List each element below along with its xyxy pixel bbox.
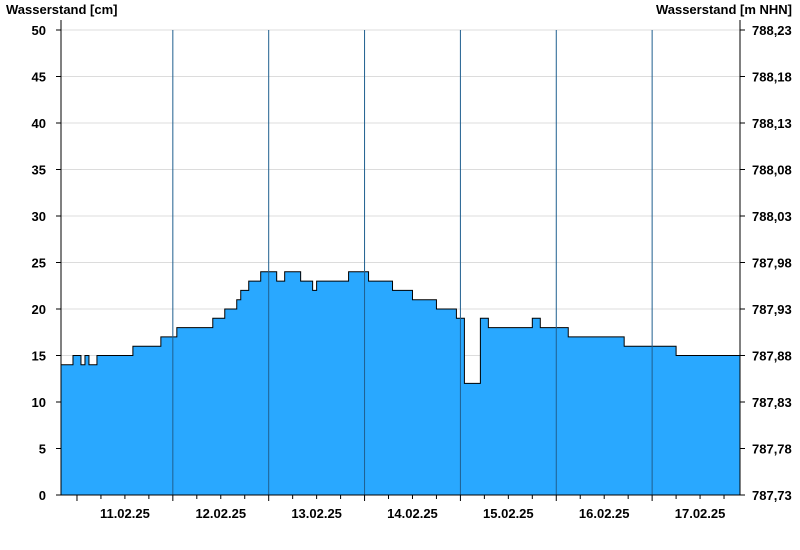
y-tick-label-left: 40 xyxy=(32,116,46,131)
water-level-area xyxy=(61,271,740,495)
y-tick-label-left: 5 xyxy=(39,442,46,457)
water-level-chart: 0 5 10 15 20 25 30 35 40 45 50 787,73 787,78 787,83 78… xyxy=(6,2,792,521)
y-tick-label-right: 788,18 xyxy=(752,70,792,85)
x-tick-label: 16.02.25 xyxy=(579,506,630,521)
y-tick-label-right: 788,03 xyxy=(752,209,792,224)
y-tick-label-right: 788,13 xyxy=(752,116,792,131)
x-tick-label: 15.02.25 xyxy=(483,506,534,521)
y-tick-label-right: 787,98 xyxy=(752,256,792,271)
y-tick-label-left: 35 xyxy=(32,163,46,178)
x-tick-label: 11.02.25 xyxy=(100,506,150,521)
y-tick-label-right: 787,83 xyxy=(752,395,792,410)
y-tick-label-left: 10 xyxy=(32,395,46,410)
y-tick-label-left: 25 xyxy=(32,256,46,271)
y-tick-label-left: 20 xyxy=(32,302,46,317)
x-tick-label: 14.02.25 xyxy=(387,506,438,521)
x-tick-label: 13.02.25 xyxy=(291,506,342,521)
y-tick-label-right: 787,73 xyxy=(752,488,792,503)
y-tick-label-right: 787,93 xyxy=(752,302,792,317)
y-tick-label-right: 787,88 xyxy=(752,349,792,364)
y-tick-label-right: 788,08 xyxy=(752,163,792,178)
y-axis-title-right: Wasserstand [m NHN] xyxy=(656,2,792,17)
y-tick-label-left: 30 xyxy=(32,209,46,224)
x-tick-label: 12.02.25 xyxy=(195,506,246,521)
y-tick-label-left: 45 xyxy=(32,70,46,85)
y-tick-label-right: 788,23 xyxy=(752,23,792,38)
plot-area xyxy=(61,271,740,495)
y-tick-label-right: 787,78 xyxy=(752,442,792,457)
y-tick-label-left: 0 xyxy=(39,488,46,503)
y-tick-label-left: 15 xyxy=(32,349,46,364)
y-tick-label-left: 50 xyxy=(32,23,46,38)
x-tick-label: 17.02.25 xyxy=(675,506,726,521)
y-axis-title-left: Wasserstand [cm] xyxy=(6,2,118,17)
